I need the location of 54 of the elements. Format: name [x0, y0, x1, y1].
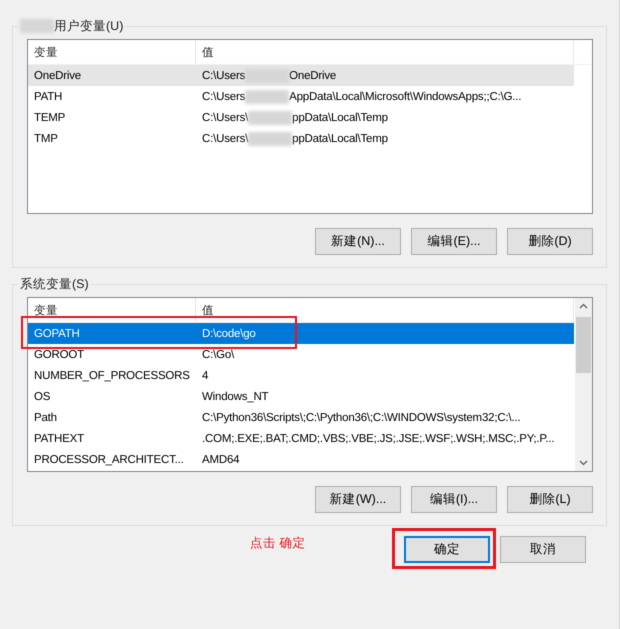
list-row[interactable]: PATHEXT .COM;.EXE;.BAT;.CMD;.VBS;.VBE;.JS;.JSE;.WSF;.WSH;.MSC;.PY;.P... — [28, 428, 574, 449]
scroll-thumb[interactable] — [576, 317, 591, 373]
redacted-blur — [245, 90, 290, 104]
list-row[interactable]: Path C:\Python36\Scripts\;C:\Python36\;C:\WINDOWS\system32;C:\... — [28, 407, 574, 428]
annotation-text: 点击 确定 — [250, 535, 306, 552]
redacted-blur — [248, 132, 292, 146]
variable-name: GOPATH — [33, 328, 81, 340]
list-row[interactable]: GOROOT C:\Go\ — [28, 344, 574, 365]
group-title: 用户变量(U) — [54, 18, 124, 34]
variable-value: 4 — [201, 370, 210, 382]
variable-value: C:\Users\ ppData\Local\Temp — [201, 132, 389, 146]
variable-name: PATH — [33, 90, 64, 102]
scrollbar[interactable] — [575, 298, 592, 471]
action-button[interactable]: 新建(W)... — [315, 486, 401, 513]
variable-value: D:\code\go — [201, 328, 257, 340]
variable-name: TMP — [33, 132, 59, 144]
variable-name: Path — [33, 412, 58, 424]
list-row[interactable]: TMP C:\Users\ ppData\Local\Temp — [28, 128, 574, 149]
variable-value: C:\Go\ — [201, 348, 236, 360]
list-row[interactable]: OS Windows_NT — [28, 386, 574, 407]
variable-value: C:\Users OneDrive — [201, 68, 338, 82]
list-row[interactable]: OneDrive C:\Users OneDrive — [28, 65, 574, 86]
action-button[interactable]: 删除(L) — [507, 486, 593, 513]
list-row[interactable]: PROCESSOR_ARCHITECT... AMD64 — [28, 449, 574, 470]
variable-name: GOROOT — [33, 348, 85, 360]
column-header[interactable]: 值 — [196, 298, 574, 322]
column-header[interactable]: 值 — [196, 40, 574, 64]
variable-name: OS — [33, 390, 52, 402]
ok-button[interactable]: 确定 — [404, 536, 490, 563]
column-header[interactable]: 变量 — [28, 40, 196, 64]
list-row[interactable]: NUMBER_OF_PROCESSORS 4 — [28, 365, 574, 386]
list-row[interactable]: GOPATH D:\code\go — [28, 323, 574, 344]
variable-value: C:\Python36\Scripts\;C:\Python36\;C:\WINDOWS\system32;C:\... — [201, 412, 522, 424]
list-row[interactable]: PATH C:\Users AppData\Local\Microsoft\WindowsApps;;C:\G... — [28, 86, 574, 107]
variable-name: PROCESSOR_ARCHITECT... — [33, 454, 185, 466]
redacted-blur — [20, 19, 54, 33]
redacted-blur — [248, 110, 292, 124]
variable-value: C:\Users\ ppData\Local\Temp — [201, 110, 389, 124]
action-button[interactable]: 编辑(E)... — [411, 228, 497, 255]
column-header[interactable]: 变量 — [28, 298, 196, 322]
action-button[interactable]: 新建(N)... — [315, 228, 401, 255]
variable-name: TEMP — [33, 112, 66, 124]
action-button[interactable]: 删除(D) — [507, 228, 593, 255]
variable-value: .COM;.EXE;.BAT;.CMD;.VBS;.VBE;.JS;.JSE;.WSF;.WSH;.MSC;.PY;.P... — [201, 432, 556, 444]
group-title: 系统变量(S) — [20, 276, 89, 292]
variable-name: PATHEXT — [33, 432, 85, 444]
action-button[interactable]: 编辑(I)... — [411, 486, 497, 513]
variable-name: NUMBER_OF_PROCESSORS — [33, 370, 191, 382]
list-row[interactable]: TEMP C:\Users\ ppData\Local\Temp — [28, 107, 574, 128]
variable-value: AMD64 — [201, 454, 240, 466]
cancel-button[interactable]: 取消 — [500, 536, 586, 563]
variable-value: Windows_NT — [201, 390, 270, 402]
variable-value: C:\Users AppData\Local\Microsoft\WindowsApps;;C:\G... — [201, 90, 522, 104]
variable-name: OneDrive — [33, 70, 82, 82]
